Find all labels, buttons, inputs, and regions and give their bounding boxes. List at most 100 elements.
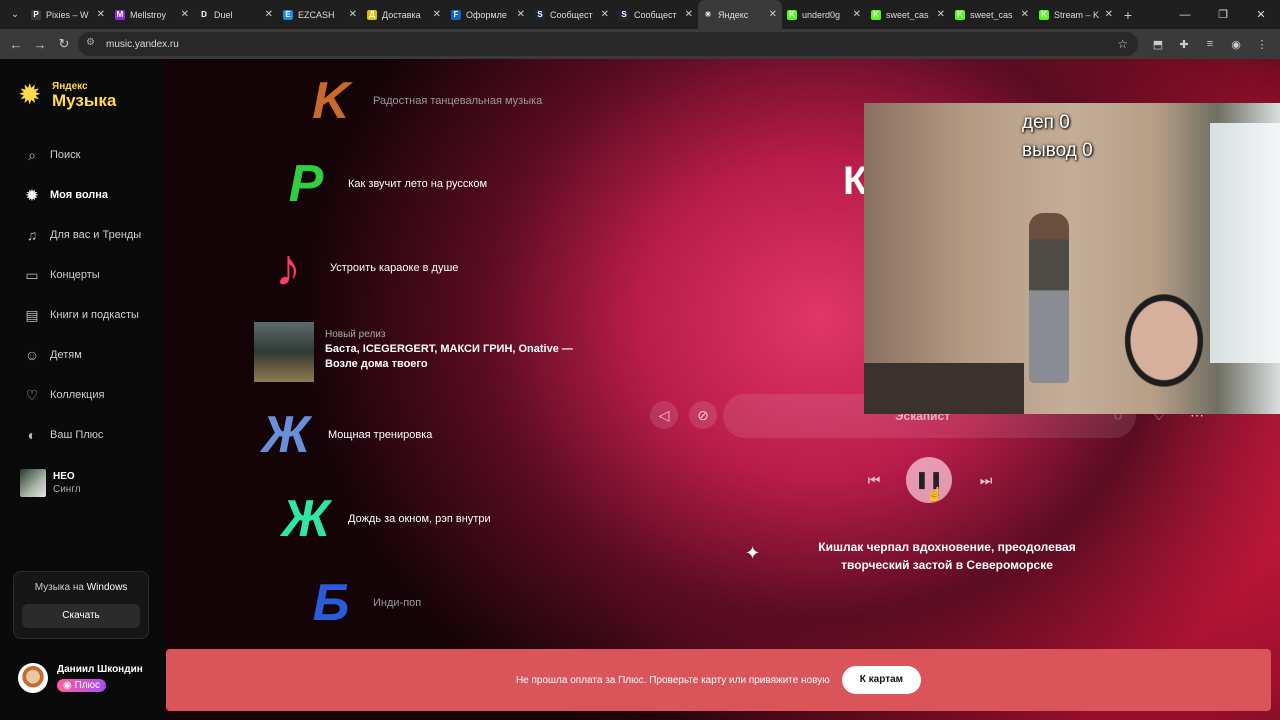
puzzle-icon[interactable]: ✚ [1176,34,1192,54]
playlist-item[interactable]: Ж Мощная тренировка [260,406,433,464]
sidebar-item[interactable]: ♫ Для вас и Тренды [23,215,141,255]
sidebar-menu: ⌕ Поиск ✹ Моя волна ♫ Для вас и Тренды ▭ Концер… [23,135,141,455]
tab-close-icon[interactable]: ✕ [265,9,273,20]
user-profile[interactable]: Даниил Шкондин ◉ Плюс [18,663,143,693]
tab-close-icon[interactable]: ✕ [433,9,441,20]
playlist-item[interactable]: P Как звучит лето на русском [280,158,487,210]
url-field[interactable]: ⚙ music.yandex.ru ☆ [78,32,1138,56]
tab-label: sweet_cas [970,9,1013,20]
browser-tab[interactable]: F Оформле ✕ [446,0,530,29]
playlist-item[interactable]: K Радостная танцевальная музыка [305,75,542,127]
previous-track-icon[interactable]: ⏮ [860,466,888,494]
tab-close-icon[interactable]: ✕ [601,9,609,20]
new-tab-button[interactable]: + [1118,7,1138,23]
playlist-cover: Ж [261,406,311,464]
bookmark-star-icon[interactable]: ☆ [1117,37,1128,51]
stream-counter: деп 0 вывод 0 [1022,109,1093,164]
sidebar-item-label: Концерты [50,269,100,281]
sidebar-item[interactable]: ▤ Книги и подкасты [23,295,141,335]
tab-label: Сообщест [634,9,677,20]
webcam-dancer [1029,213,1069,383]
more-icon[interactable]: ⋮ [1254,34,1270,54]
media-icon[interactable]: ≡ [1202,34,1218,54]
browser-tab[interactable]: Ksweet_cas ✕ [950,0,1034,29]
playlist-item[interactable]: Ж Дождь за окном, рэп внутри [280,493,491,545]
sidebar-now-playing[interactable]: НЕО Сингл [20,469,81,497]
avatar[interactable] [18,663,48,693]
logo-text-top: Яндекс [52,80,88,92]
browser-tab[interactable]: S Сообщест ✕ [614,0,698,29]
browser-tab[interactable]: Kunderd0g ✕ [782,0,866,29]
tab-close-icon[interactable]: ✕ [685,9,693,20]
browser-tab[interactable]: ☀ Яндекс ✕ [698,0,782,29]
tab-close-icon[interactable]: ✕ [769,9,777,20]
playlist-cover: P [288,155,324,213]
playlist-title: Мощная тренировка [328,429,433,441]
browser-tab[interactable]: E EZCASH ✕ [278,0,362,29]
extension-icon[interactable]: ⬒ [1150,34,1166,54]
kids-icon: ☺ [24,347,40,363]
sun-logo-icon: ✹ [18,79,42,110]
sidebar-item[interactable]: ▭ Концерты [23,255,141,295]
note-icon: ♫ [26,227,38,243]
release-cover [254,322,314,382]
plus-badge[interactable]: ◉ Плюс [57,678,107,692]
browser-tab[interactable]: M Mellstroy ✕ [110,0,194,29]
back-icon[interactable]: ← [4,32,28,56]
tab-label: underd0g [802,9,841,20]
browser-tab[interactable]: S Сообщест ✕ [530,0,614,29]
tab-close-icon[interactable]: ✕ [937,9,945,20]
browser-tab[interactable]: D Duel ✕ [194,0,278,29]
to-cards-button[interactable]: К картам [841,666,922,694]
reload-icon[interactable]: ↻ [52,32,76,56]
next-track-icon[interactable]: ⏭ [972,466,1000,494]
browser-tab[interactable]: Д Доставка ✕ [362,0,446,29]
sidebar-item[interactable]: ◐ Ваш Плюс [23,415,141,455]
tab-label: Яндекс [718,9,749,20]
tab-label: sweet_cas [886,9,929,20]
forward-icon[interactable]: → [28,32,52,56]
tab-close-icon[interactable]: ✕ [1021,9,1029,20]
tab-close-icon[interactable]: ✕ [1105,9,1113,20]
tab-close-icon[interactable]: ✕ [517,9,525,20]
tab-search-icon[interactable]: ⌄ [4,4,26,26]
tab-favicon-icon: K [787,9,797,20]
tab-favicon-icon: ☀ [703,9,713,20]
browser-tab[interactable]: K Stream – K ✕ [1034,0,1118,29]
playlist-item[interactable]: ♪ Устроить караоке в душе [262,242,458,294]
dislike-icon[interactable]: ⊘ [689,401,717,429]
download-button[interactable]: Скачать [22,604,140,628]
tab-label: Оформле [466,9,507,20]
playlist-item[interactable]: Б Инди-поп [305,577,422,629]
playlist-title: Инди-поп [373,597,422,609]
tab-close-icon[interactable]: ✕ [349,9,357,20]
restore-icon[interactable]: ❐ [1204,0,1242,29]
logo[interactable]: ✹ Яндекс Музыка [18,80,116,110]
sidebar-item[interactable]: ☺ Детям [23,335,141,375]
minimize-icon[interactable]: — [1166,0,1204,29]
webcam-table [864,363,1024,414]
tab-favicon-icon: D [199,9,209,20]
profile-icon[interactable]: ◉ [1228,34,1244,54]
tab-favicon-icon: P [31,9,41,20]
ai-sparkle-icon[interactable]: ✦ [745,543,771,569]
tab-close-icon[interactable]: ✕ [181,9,189,20]
close-window-icon[interactable]: ✕ [1242,0,1280,29]
site-info-icon[interactable]: ⚙ [86,37,100,51]
playlist-title: Устроить караоке в душе [330,262,459,274]
sidebar-item[interactable]: ✹ Моя волна [23,175,141,215]
browser-tab[interactable]: Ksweet_cas ✕ [866,0,950,29]
tab-strip: P Pixies – W ✕ M Mellstroy ✕ D Duel ✕ E EZCASH ✕ Д До… [26,0,1118,29]
tab-favicon-icon: K [955,9,965,20]
sidebar-item[interactable]: ♡ Коллекция [23,375,141,415]
volume-icon[interactable]: ◁ [650,401,678,429]
browser-tab[interactable]: P Pixies – W ✕ [26,0,110,29]
playlist-cover: ♪ [275,239,301,297]
tab-label: Duel [214,9,233,20]
sidebar-item[interactable]: ⌕ Поиск [23,135,141,175]
new-release-card[interactable]: Новый релиз Баста, ICEGERGERT, МАКСИ ГРИ… [254,322,585,382]
tab-close-icon[interactable]: ✕ [97,9,105,20]
deposit-counter: деп 0 [1022,112,1070,133]
tab-close-icon[interactable]: ✕ [853,9,861,20]
playlist-title: Как звучит лето на русском [348,178,488,190]
